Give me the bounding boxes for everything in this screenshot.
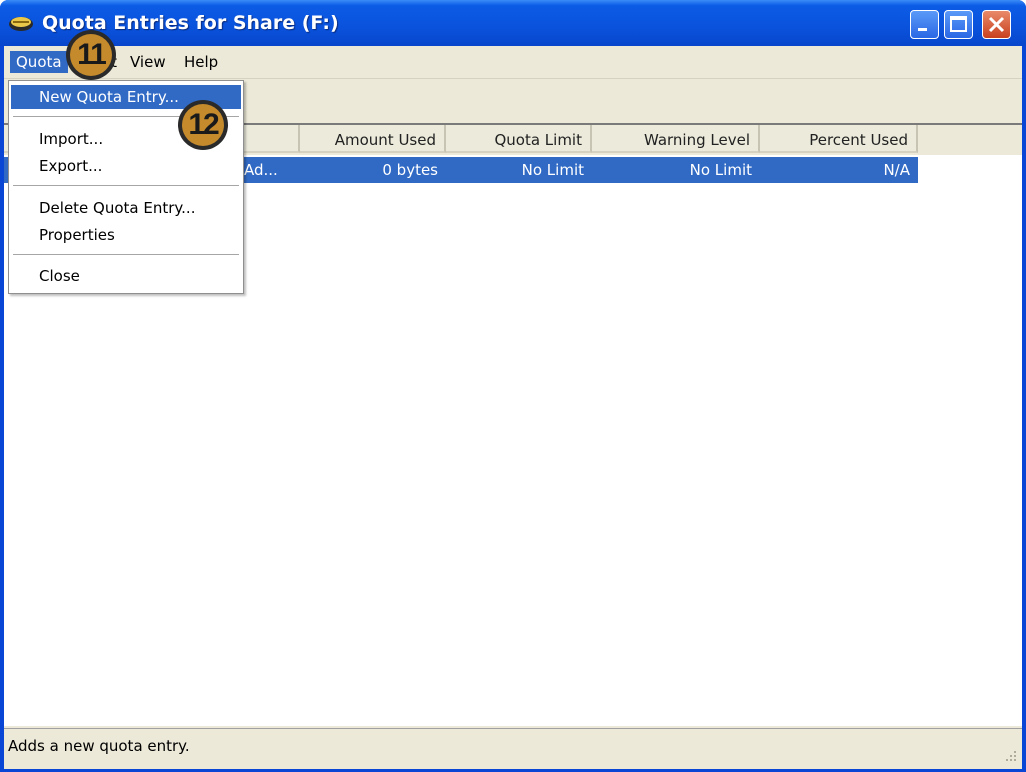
title-bar[interactable]: Quota Entries for Share (F:) xyxy=(0,0,1026,46)
close-icon xyxy=(988,16,1005,33)
menu-separator xyxy=(13,254,239,255)
main-window: Quota Entries for Share (F:) Quota Edit … xyxy=(0,0,1026,772)
cell-percent-used: N/A xyxy=(883,161,910,179)
menu-quota[interactable]: Quota xyxy=(10,51,68,73)
column-percent-used[interactable]: Percent Used xyxy=(760,125,918,153)
quota-drive-icon xyxy=(9,17,33,31)
callout-number: 11 xyxy=(70,34,112,76)
menu-help[interactable]: Help xyxy=(178,51,224,73)
status-bar: Adds a new quota entry. xyxy=(4,728,1022,769)
cell-quota-limit: No Limit xyxy=(521,161,584,179)
resize-grip-icon[interactable] xyxy=(1002,747,1018,763)
menu-item-delete-quota-entry[interactable]: Delete Quota Entry... xyxy=(11,196,241,220)
callout-badge: 12 xyxy=(178,100,228,150)
minimize-icon xyxy=(918,28,927,31)
menu-item-export[interactable]: Export... xyxy=(11,154,241,178)
menu-item-close[interactable]: Close xyxy=(11,264,241,288)
close-button[interactable] xyxy=(982,10,1011,39)
menu-bar: Quota Edit View Help xyxy=(4,46,1022,79)
cell-amount-used: 0 bytes xyxy=(382,161,438,179)
column-warning-level[interactable]: Warning Level xyxy=(592,125,760,153)
menu-separator xyxy=(13,185,239,186)
column-amount-used[interactable]: Amount Used xyxy=(300,125,446,153)
minimize-button[interactable] xyxy=(910,10,939,39)
callout-number: 12 xyxy=(182,104,224,146)
callout-badge: 11 xyxy=(66,30,116,80)
maximize-button[interactable] xyxy=(944,10,973,39)
maximize-icon xyxy=(950,16,967,32)
menu-view[interactable]: View xyxy=(124,51,172,73)
cell-warning-level: No Limit xyxy=(689,161,752,179)
column-quota-limit[interactable]: Quota Limit xyxy=(446,125,592,153)
status-text: Adds a new quota entry. xyxy=(8,737,190,755)
menu-item-properties[interactable]: Properties xyxy=(11,223,241,247)
